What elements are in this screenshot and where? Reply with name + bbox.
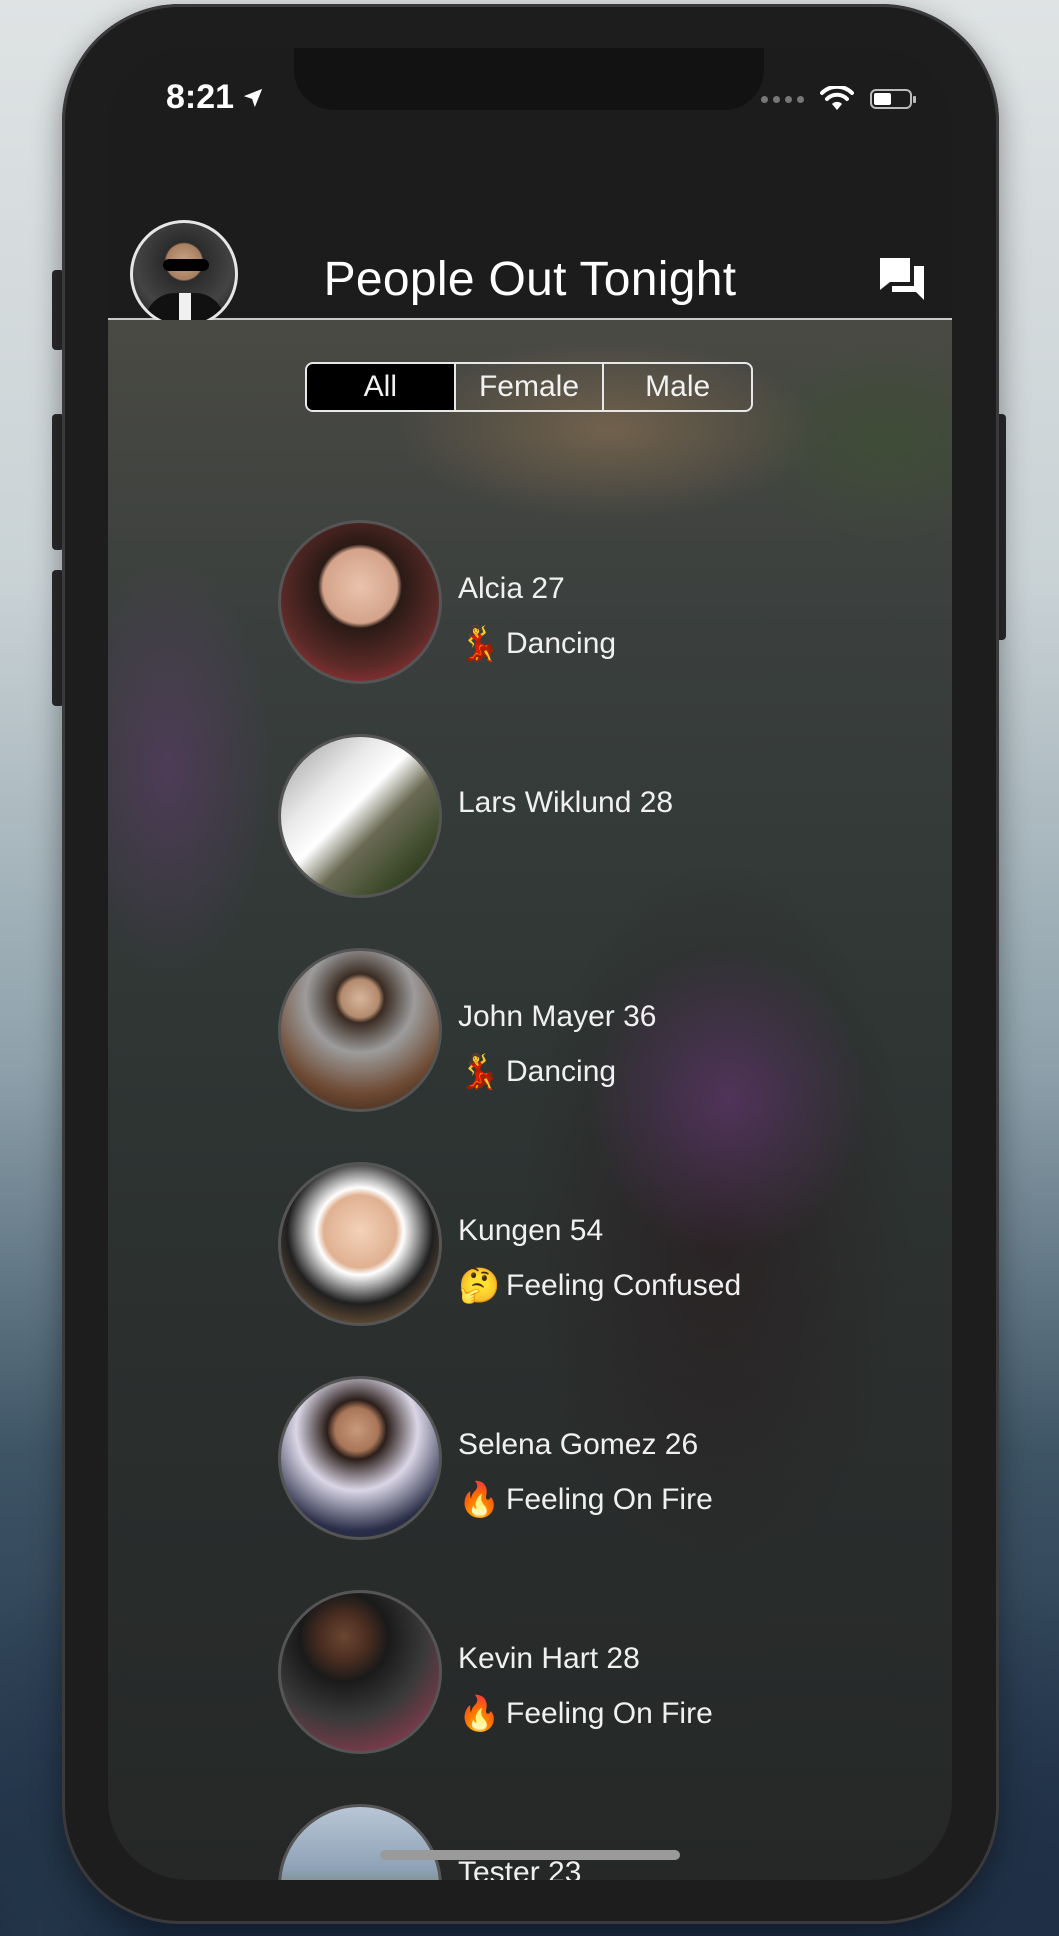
wifi-icon bbox=[820, 86, 854, 110]
signal-dots-icon bbox=[761, 95, 804, 103]
home-indicator[interactable] bbox=[380, 1850, 680, 1860]
list-item[interactable]: Selena Gomez 26 🔥 Feeling On Fire bbox=[278, 1376, 918, 1544]
notch bbox=[294, 48, 764, 110]
person-name: Lars Wiklund 28 bbox=[458, 786, 674, 819]
chat-bubbles-icon[interactable] bbox=[878, 256, 926, 302]
list-item[interactable]: Kevin Hart 28 🔥 Feeling On Fire bbox=[278, 1590, 918, 1758]
navigation-bar: People Out Tonight bbox=[108, 148, 952, 328]
filter-all-tab[interactable]: All bbox=[307, 364, 454, 410]
list-item[interactable]: Lars Wiklund 28 bbox=[278, 734, 918, 902]
person-name: John Mayer 36 bbox=[458, 1000, 657, 1033]
person-name: Alcia 27 bbox=[458, 572, 565, 605]
status-text: Feeling On Fire bbox=[506, 1697, 713, 1730]
dancing-icon: 💃 bbox=[458, 1053, 501, 1091]
status-text: Dancing bbox=[506, 627, 617, 660]
person-name: Kevin Hart 28 bbox=[458, 1642, 640, 1675]
fire-icon: 🔥 bbox=[458, 1695, 501, 1733]
avatar bbox=[278, 1376, 442, 1540]
avatar bbox=[278, 734, 442, 898]
fire-icon: 🔥 bbox=[458, 1481, 501, 1519]
avatar bbox=[278, 1804, 442, 1880]
avatar bbox=[278, 520, 442, 684]
status-text: Dancing bbox=[506, 1055, 617, 1088]
status-text: Feeling Confused bbox=[506, 1269, 742, 1302]
avatar bbox=[278, 1590, 442, 1754]
phone-screen: 8:21 People Out Tonight All Female Male bbox=[108, 48, 952, 1880]
status-time-text: 8:21 bbox=[166, 78, 235, 116]
dancing-icon: 💃 bbox=[458, 625, 501, 663]
person-name: Selena Gomez 26 bbox=[458, 1428, 699, 1461]
battery-icon bbox=[870, 89, 916, 109]
people-feed[interactable]: All Female Male Alcia 27 💃 Dancing Lars … bbox=[108, 320, 952, 1880]
list-item[interactable]: Kungen 54 🤔 Feeling Confused bbox=[278, 1162, 918, 1330]
list-item[interactable]: John Mayer 36 💃 Dancing bbox=[278, 948, 918, 1116]
person-status: 🤔 Feeling Confused bbox=[458, 1266, 741, 1306]
page-title: People Out Tonight bbox=[323, 253, 737, 306]
person-status: 🔥 Feeling On Fire bbox=[458, 1694, 713, 1734]
status-text: Feeling On Fire bbox=[506, 1483, 713, 1516]
status-indicators bbox=[761, 86, 916, 112]
gender-filter: All Female Male bbox=[305, 362, 753, 412]
person-status: 💃 Dancing bbox=[458, 1052, 616, 1092]
status-time: 8:21 bbox=[166, 78, 264, 117]
filter-female-tab[interactable]: Female bbox=[453, 364, 603, 410]
avatar bbox=[278, 948, 442, 1112]
filter-male-tab[interactable]: Male bbox=[602, 364, 751, 410]
location-arrow-icon bbox=[243, 88, 263, 107]
list-item[interactable]: Alcia 27 💃 Dancing bbox=[278, 520, 918, 688]
thinking-face-icon: 🤔 bbox=[458, 1267, 501, 1305]
list-item[interactable]: Tester 23 bbox=[278, 1804, 918, 1880]
person-status: 💃 Dancing bbox=[458, 624, 616, 664]
person-name: Kungen 54 bbox=[458, 1214, 604, 1247]
person-status: 🔥 Feeling On Fire bbox=[458, 1480, 713, 1520]
avatar bbox=[278, 1162, 442, 1326]
